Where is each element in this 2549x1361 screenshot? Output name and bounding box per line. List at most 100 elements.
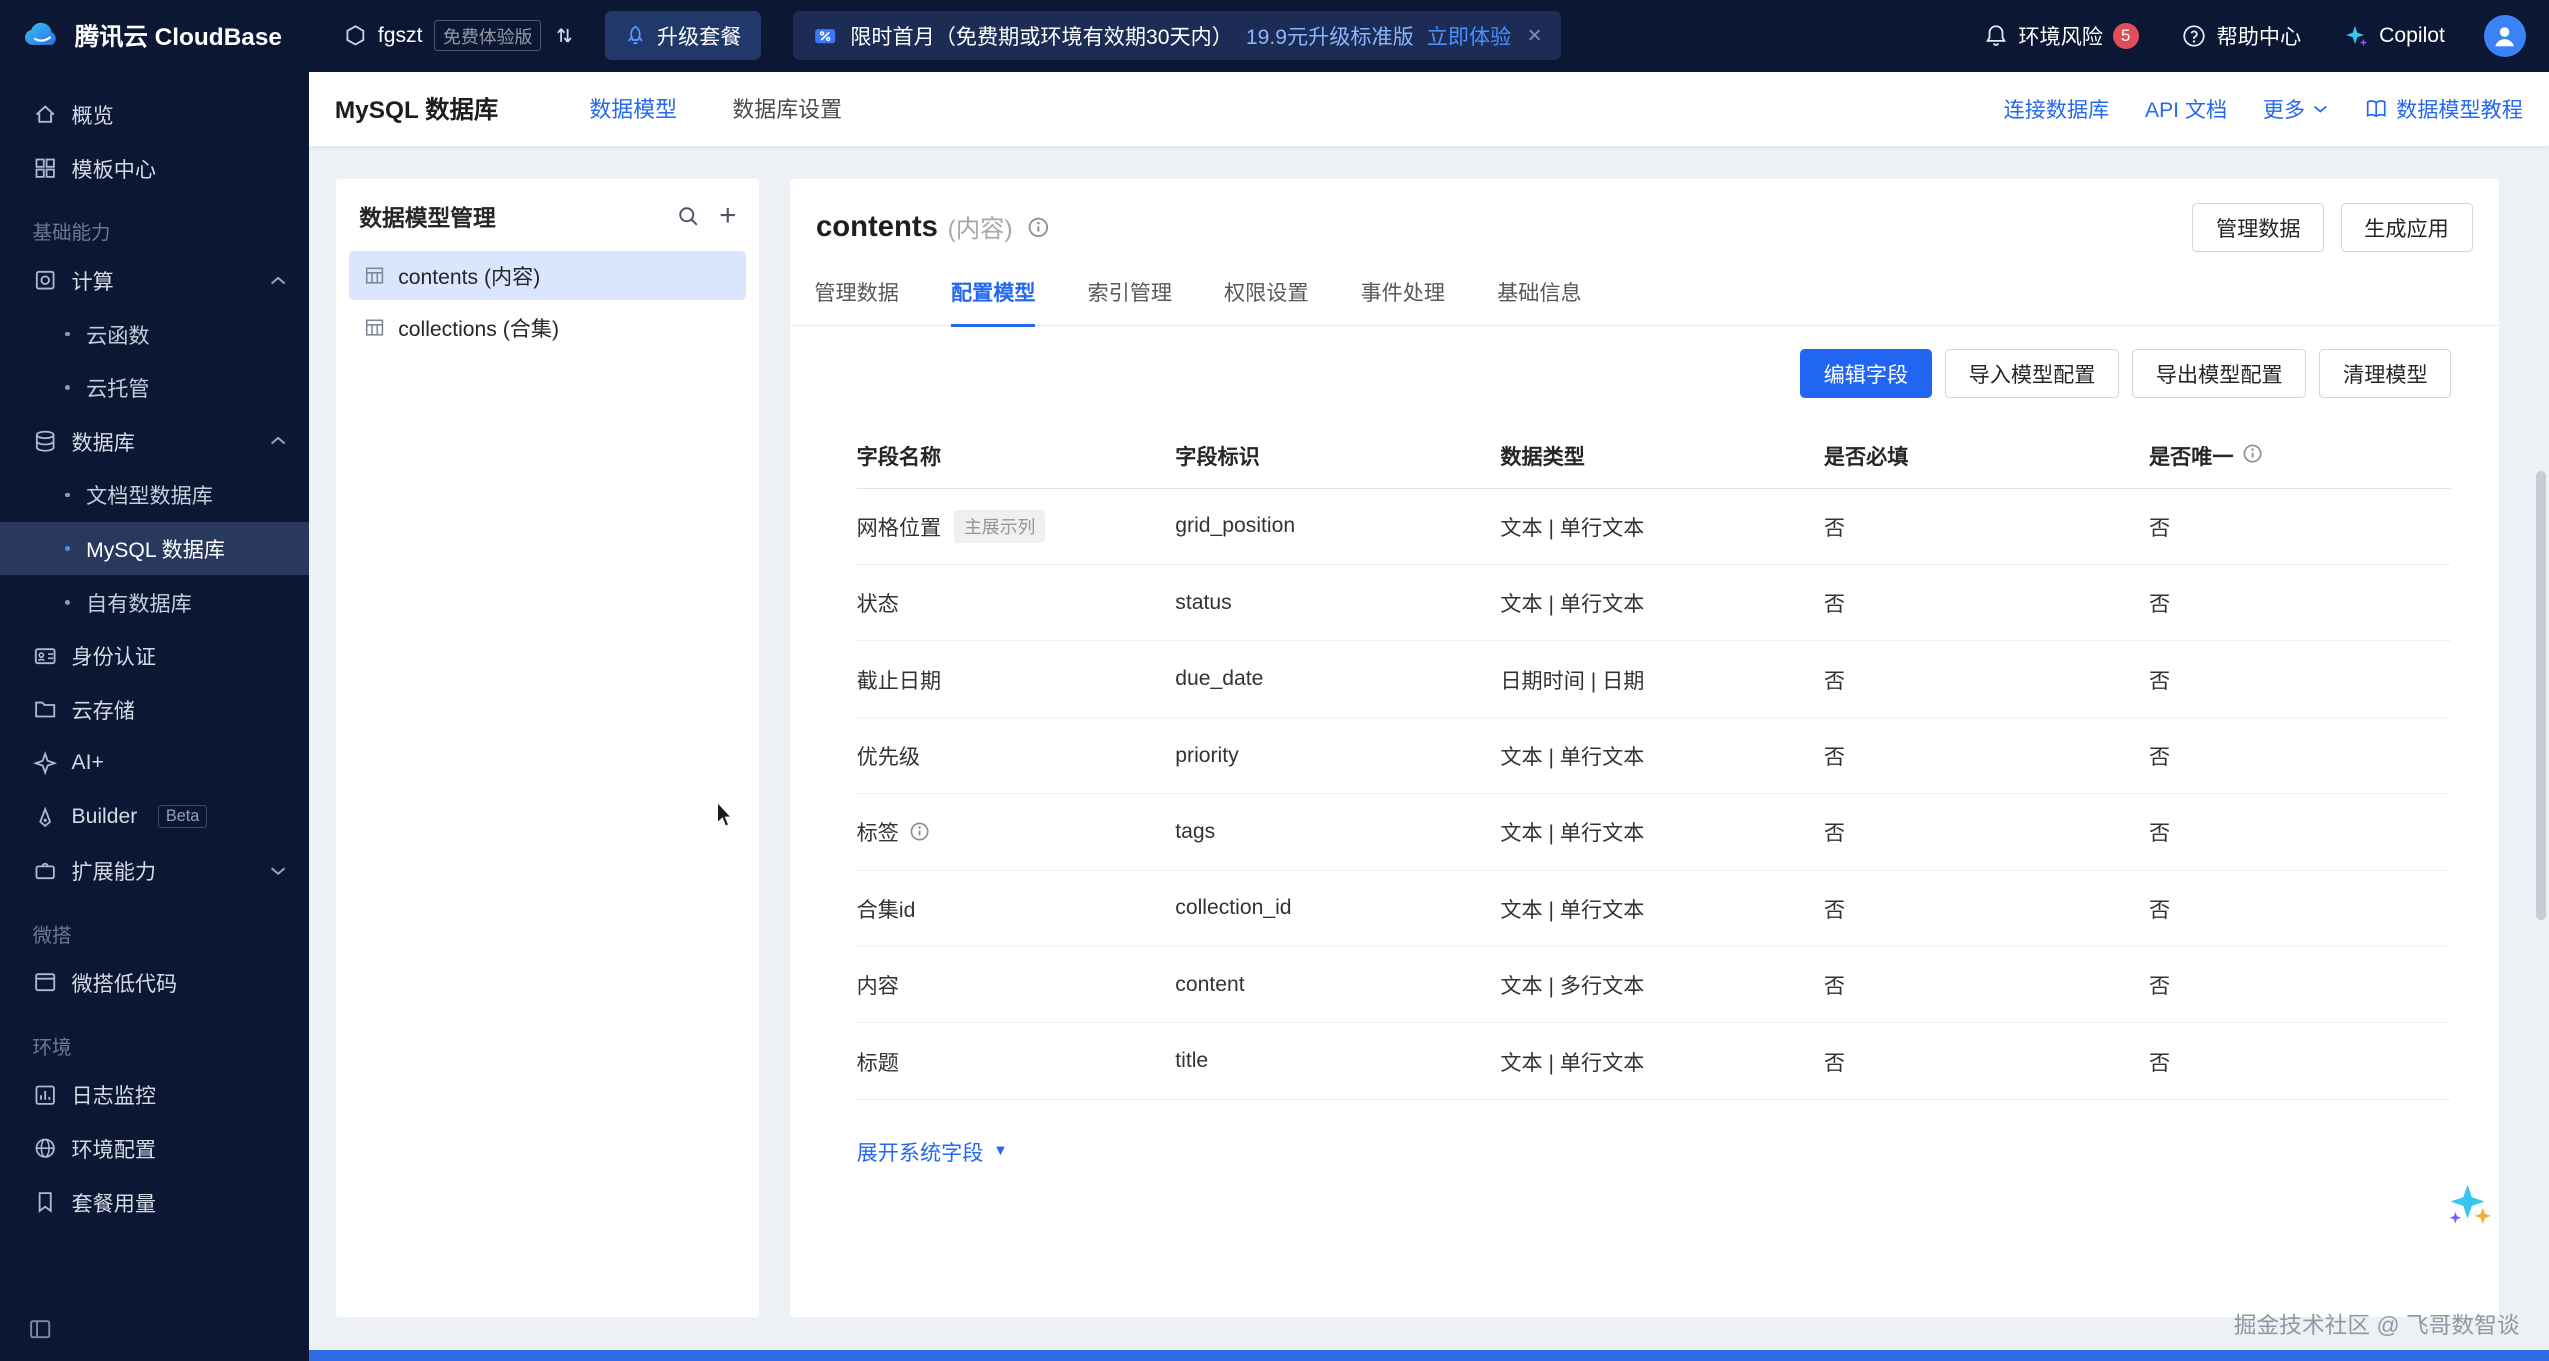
connect-database-link[interactable]: 连接数据库: [2004, 93, 2110, 124]
manage-data-button[interactable]: 管理数据: [2192, 203, 2324, 252]
field-required: 否: [1824, 969, 2149, 1000]
tab-configure-model[interactable]: 配置模型: [951, 276, 1036, 325]
sidebar-item-ai-plus[interactable]: AI+: [0, 736, 309, 790]
sidebar-item-cloud-function[interactable]: 云函数: [0, 307, 309, 361]
database-icon: [33, 429, 57, 453]
field-unique: 否: [2149, 893, 2451, 924]
id-card-icon: [33, 644, 57, 668]
user-avatar[interactable]: [2484, 15, 2526, 57]
field-type: 文本 | 多行文本: [1500, 969, 1823, 1000]
field-unique: 否: [2149, 511, 2451, 542]
sidebar-item-mysql-db[interactable]: MySQL 数据库: [0, 522, 309, 576]
app-window: 腾讯云 CloudBase fgszt 免费体验版 升级套餐 限时首月（免费期或…: [0, 0, 2549, 1361]
tab-index-management[interactable]: 索引管理: [1087, 276, 1172, 325]
sidebar-item-label: 日志监控: [72, 1079, 157, 1110]
sidebar-item-extensions[interactable]: 扩展能力: [0, 844, 309, 898]
edit-fields-button[interactable]: 编辑字段: [1800, 349, 1932, 398]
bullet-icon: [65, 600, 70, 605]
model-item-contents[interactable]: contents (内容): [349, 251, 746, 300]
sidebar-item-label: 云托管: [86, 372, 149, 403]
env-switch-icon[interactable]: [553, 24, 576, 47]
sidebar-item-template-center[interactable]: 模板中心: [0, 141, 309, 195]
page-tabs: 数据模型 数据库设置: [589, 93, 842, 124]
tab-database-settings[interactable]: 数据库设置: [732, 93, 842, 124]
bullet-icon: [65, 385, 70, 390]
tab-permission-settings[interactable]: 权限设置: [1224, 276, 1309, 325]
generate-app-button[interactable]: 生成应用: [2341, 203, 2473, 252]
brand[interactable]: 腾讯云 CloudBase: [23, 18, 282, 53]
field-unique: 否: [2149, 969, 2451, 1000]
copilot-fab[interactable]: [2445, 1179, 2494, 1228]
tab-basic-info[interactable]: 基础信息: [1497, 276, 1582, 325]
add-model-button[interactable]: +: [719, 205, 736, 228]
clean-model-button[interactable]: 清理模型: [2319, 349, 2451, 398]
banner-price: 19.9元升级标准版: [1246, 20, 1414, 51]
puzzle-icon: [33, 858, 57, 882]
tab-data-model[interactable]: 数据模型: [589, 93, 677, 124]
sidebar-item-builder[interactable]: Builder Beta: [0, 790, 309, 844]
sidebar-item-log-monitor[interactable]: 日志监控: [0, 1068, 309, 1122]
sidebar-section-environment: 环境: [0, 1009, 309, 1068]
sidebar-item-label: MySQL 数据库: [86, 533, 225, 564]
beta-badge: Beta: [158, 805, 206, 828]
sidebar-item-computing[interactable]: 计算: [0, 254, 309, 308]
expand-system-fields-link[interactable]: 展开系统字段 ▼: [857, 1136, 1008, 1167]
globe-icon: [33, 1136, 57, 1160]
table-row[interactable]: 网格位置主展示列 grid_position 文本 | 单行文本 否 否: [857, 489, 2452, 565]
table-row[interactable]: 状态 status 文本 | 单行文本 否 否: [857, 565, 2452, 641]
person-icon: [2490, 21, 2519, 50]
field-type: 文本 | 单行文本: [1500, 893, 1823, 924]
sidebar-item-label: 云函数: [86, 319, 149, 350]
field-name: 状态: [857, 587, 899, 618]
env-selector[interactable]: fgszt 免费体验版: [344, 20, 576, 51]
table-row[interactable]: 内容 content 文本 | 多行文本 否 否: [857, 947, 2452, 1023]
banner-try-link[interactable]: 立即体验: [1427, 20, 1512, 51]
table-row[interactable]: 合集id collection_id 文本 | 单行文本 否 否: [857, 871, 2452, 947]
env-risk-button[interactable]: 环境风险 5: [1983, 20, 2139, 51]
sidebar-item-cloud-storage[interactable]: 云存储: [0, 683, 309, 737]
export-model-button[interactable]: 导出模型配置: [2132, 349, 2306, 398]
table-row[interactable]: 截止日期 due_date 日期时间 | 日期 否 否: [857, 641, 2452, 717]
page-title: MySQL 数据库: [335, 91, 498, 126]
copilot-button[interactable]: Copilot: [2343, 23, 2445, 49]
more-dropdown[interactable]: 更多: [2263, 93, 2328, 124]
sidebar-item-database[interactable]: 数据库: [0, 414, 309, 468]
sidebar-item-label: 微搭低代码: [72, 967, 178, 998]
info-icon[interactable]: [2242, 443, 2263, 464]
upgrade-plan-button[interactable]: 升级套餐: [605, 11, 761, 60]
vertical-scrollbar[interactable]: [2536, 471, 2546, 920]
help-center-button[interactable]: 帮助中心: [2181, 20, 2301, 51]
search-icon[interactable]: [677, 205, 700, 228]
tab-event-handling[interactable]: 事件处理: [1361, 276, 1446, 325]
field-type: 文本 | 单行文本: [1500, 816, 1823, 847]
sidebar-item-env-config[interactable]: 环境配置: [0, 1122, 309, 1176]
page-header-links: 连接数据库 API 文档 更多 数据模型教程: [2004, 93, 2523, 124]
model-tutorial-link[interactable]: 数据模型教程: [2364, 93, 2523, 124]
info-icon[interactable]: [909, 821, 930, 842]
col-header-type: 数据类型: [1500, 440, 1823, 471]
sidebar-item-self-hosted-db[interactable]: 自有数据库: [0, 575, 309, 629]
sidebar-item-cloud-run[interactable]: 云托管: [0, 361, 309, 415]
api-docs-link[interactable]: API 文档: [2145, 93, 2227, 124]
field-required: 否: [1824, 816, 2149, 847]
sidebar-item-identity-auth[interactable]: 身份认证: [0, 629, 309, 683]
table-row[interactable]: 优先级 priority 文本 | 单行文本 否 否: [857, 718, 2452, 794]
field-name: 标题: [857, 1046, 899, 1077]
tab-manage-data[interactable]: 管理数据: [814, 276, 899, 325]
copilot-sparkle-icon: [2343, 23, 2369, 49]
sidebar-item-document-db[interactable]: 文档型数据库: [0, 468, 309, 522]
table-row[interactable]: 标题 title 文本 | 单行文本 否 否: [857, 1023, 2452, 1099]
info-icon[interactable]: [1027, 216, 1050, 239]
sidebar-item-overview[interactable]: 概览: [0, 88, 309, 142]
field-unique: 否: [2149, 587, 2451, 618]
sidebar-item-plan-usage[interactable]: 套餐用量: [0, 1175, 309, 1229]
pen-icon: [33, 805, 57, 829]
sidebar-item-weda-lowcode[interactable]: 微搭低代码: [0, 956, 309, 1010]
promo-banner: 限时首月（免费期或环境有效期30天内） 19.9元升级标准版 立即体验 ×: [793, 11, 1561, 60]
field-required: 否: [1824, 740, 2149, 771]
import-model-button[interactable]: 导入模型配置: [1945, 349, 2119, 398]
banner-close-icon[interactable]: ×: [1528, 24, 1542, 48]
sidebar-collapse-icon[interactable]: [28, 1317, 52, 1341]
model-item-collections[interactable]: collections (合集): [349, 303, 746, 352]
table-row[interactable]: 标签 tags 文本 | 单行文本 否 否: [857, 794, 2452, 870]
